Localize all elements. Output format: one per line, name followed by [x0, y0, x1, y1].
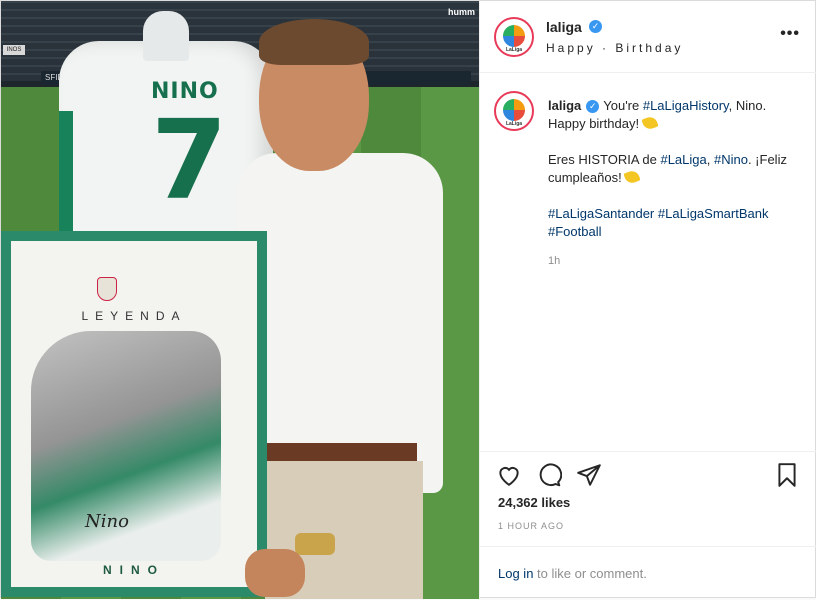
jersey-number: 7: [151, 96, 228, 224]
bookmark-icon[interactable]: [774, 462, 800, 488]
caption-time: 1h: [548, 255, 561, 267]
avatar[interactable]: LaLiga: [494, 17, 534, 57]
instagram-post: humm INOS SFIDA NINO 7 LEYENDA Nino NINO: [0, 0, 816, 599]
poster-signature: Nino: [85, 511, 129, 532]
player-figure: [237, 15, 447, 599]
post-sidebar: LaLiga laliga ✓ Happy · Birthday ••• LaL…: [479, 1, 816, 599]
verified-badge-icon: ✓: [589, 20, 602, 33]
post-location[interactable]: Happy · Birthday: [546, 41, 683, 55]
club-crest-icon: [97, 277, 117, 301]
stand-sign: INOS: [3, 45, 25, 55]
hand: [245, 549, 305, 597]
caption-text: laliga ✓ You're #LaLigaHistory, Nino. Happ…: [548, 98, 787, 239]
more-options-button[interactable]: •••: [780, 25, 800, 43]
verified-badge-icon: ✓: [586, 100, 600, 113]
heart-icon[interactable]: [496, 462, 522, 488]
hashtag-link[interactable]: #LaLiga: [660, 152, 706, 167]
post-header: LaLiga laliga ✓ Happy · Birthday •••: [480, 1, 816, 73]
post-timestamp[interactable]: 1 HOUR AGO: [498, 521, 564, 531]
watch: [295, 533, 335, 555]
hashtag-link[interactable]: #Nino: [714, 152, 748, 167]
hashtag-link[interactable]: #LaLigaHistory: [643, 98, 729, 113]
comment-bar: Log in to like or comment.: [480, 546, 816, 599]
hashtag-link[interactable]: #Football: [548, 224, 601, 239]
laliga-logo-icon: [503, 25, 525, 47]
sponsor-sign: humm: [448, 7, 475, 17]
post-photo[interactable]: humm INOS SFIDA NINO 7 LEYENDA Nino NINO: [1, 1, 479, 599]
header-username[interactable]: laliga: [546, 19, 582, 35]
hashtag-link[interactable]: #LaLigaSantander: [548, 206, 654, 221]
laliga-logo-icon: [503, 99, 525, 121]
likes-count[interactable]: 24,362 likes: [498, 495, 570, 510]
login-link[interactable]: Log in: [498, 566, 533, 581]
caption-username[interactable]: laliga: [548, 98, 581, 113]
framed-poster: LEYENDA Nino NINO: [1, 231, 267, 597]
poster-name: NINO: [103, 563, 165, 577]
action-bar: [480, 451, 816, 493]
share-icon[interactable]: [576, 462, 602, 488]
party-popper-icon: [623, 168, 641, 186]
party-popper-icon: [641, 114, 659, 132]
poster-title: LEYENDA: [81, 309, 187, 323]
caption-avatar[interactable]: LaLiga: [494, 91, 534, 131]
comment-icon[interactable]: [536, 462, 562, 488]
comment-prompt: to like or comment.: [533, 566, 647, 581]
hashtag-link[interactable]: #LaLigaSmartBank: [658, 206, 769, 221]
caption-area: LaLiga laliga ✓ You're #LaLigaHistory, Nin…: [480, 73, 816, 451]
